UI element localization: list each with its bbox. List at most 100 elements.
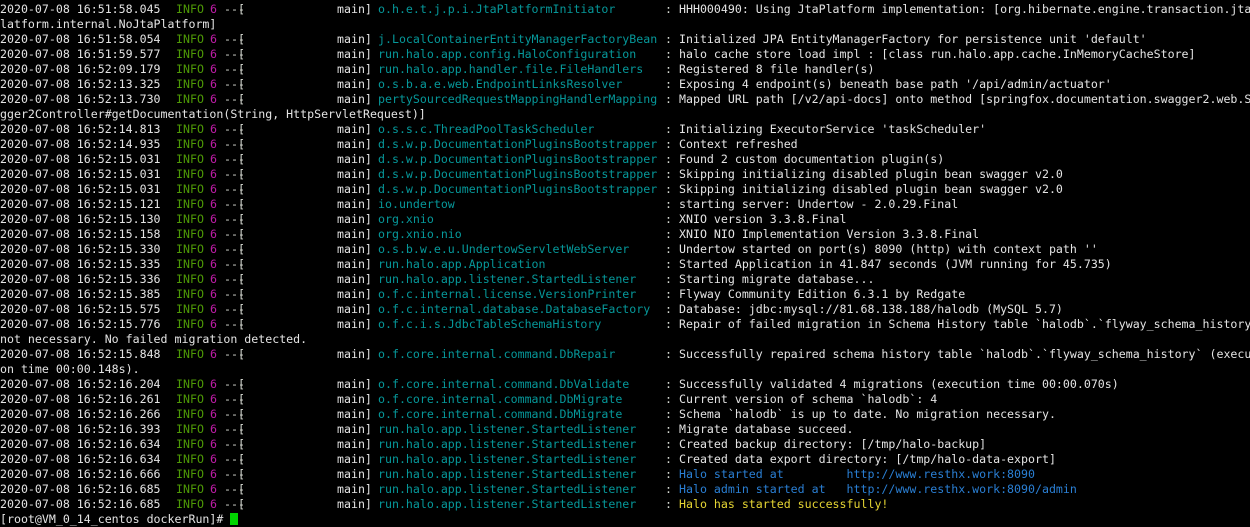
- log-logger: run.halo.app.listener.StartedListener: [378, 422, 637, 436]
- log-logger: run.halo.app.listener.StartedListener: [378, 437, 637, 451]
- log-timestamp: 2020-07-08 16:52:16.685: [0, 482, 161, 496]
- log-level: INFO: [176, 302, 204, 316]
- log-colon: :: [665, 422, 672, 436]
- log-line: 2020-07-08 16:52:15.031 INFO 6 ---[main] d.s…: [0, 167, 1250, 182]
- log-pid: 6: [210, 482, 217, 496]
- log-level: INFO: [176, 242, 204, 256]
- log-logger: run.halo.app.listener.StartedListener: [378, 452, 637, 466]
- log-continuation-text: on time 00:00.148s).: [0, 362, 140, 376]
- log-line: 2020-07-08 16:52:15.330 INFO 6 ---[main] o.s…: [0, 242, 1250, 257]
- log-timestamp: 2020-07-08 16:52:15.385: [0, 287, 161, 301]
- log-timestamp: 2020-07-08 16:52:15.031: [0, 182, 161, 196]
- log-line: 2020-07-08 16:52:13.730 INFO 6 ---[main] per…: [0, 92, 1250, 107]
- log-message: Initialized JPA EntityManagerFactory for…: [679, 32, 1147, 46]
- log-line: 2020-07-08 16:52:15.336 INFO 6 ---[main] run…: [0, 272, 1250, 287]
- log-logger: o.f.c.internal.license.VersionPrinter: [378, 287, 637, 301]
- log-message: Halo has started successfully!: [679, 497, 889, 511]
- log-level: INFO: [176, 62, 204, 76]
- log-pid: 6: [210, 2, 217, 16]
- log-pid: 6: [210, 497, 217, 511]
- log-colon: :: [665, 212, 672, 226]
- log-pid: 6: [210, 212, 217, 226]
- log-colon: :: [665, 227, 672, 241]
- log-thread: main]: [337, 167, 372, 181]
- log-logger: run.halo.app.handler.file.FileHandlers: [378, 62, 644, 76]
- log-level: INFO: [176, 287, 204, 301]
- log-line: 2020-07-08 16:52:15.575 INFO 6 ---[main] o.f…: [0, 302, 1250, 317]
- log-thread: main]: [337, 242, 372, 256]
- log-timestamp: 2020-07-08 16:52:16.634: [0, 452, 161, 466]
- terminal-window[interactable]: 2020-07-08 16:51:58.045 INFO 6 ---[main] o.h…: [0, 0, 1250, 527]
- log-message: Database: jdbc:mysql://81.68.138.188/hal…: [679, 302, 1063, 316]
- log-thread-bracket: [: [238, 377, 245, 391]
- log-level: INFO: [176, 47, 204, 61]
- log-message: Repair of failed migration in Schema His…: [679, 317, 1250, 331]
- log-timestamp: 2020-07-08 16:52:15.848: [0, 347, 161, 361]
- terminal-cursor[interactable]: [230, 513, 239, 525]
- log-thread-bracket: [: [238, 167, 245, 181]
- log-thread: main]: [337, 497, 372, 511]
- log-thread-bracket: [: [238, 92, 245, 106]
- log-thread-bracket: [: [238, 62, 245, 76]
- log-pid: 6: [210, 272, 217, 286]
- log-pid: 6: [210, 347, 217, 361]
- log-line: 2020-07-08 16:52:15.848 INFO 6 ---[main] o.f…: [0, 347, 1250, 362]
- log-pid: 6: [210, 32, 217, 46]
- log-thread: main]: [337, 422, 372, 436]
- log-line: 2020-07-08 16:52:15.158 INFO 6 ---[main] org…: [0, 227, 1250, 242]
- log-timestamp: 2020-07-08 16:52:16.204: [0, 377, 161, 391]
- log-thread: main]: [337, 272, 372, 286]
- log-level: INFO: [176, 317, 204, 331]
- log-colon: :: [665, 482, 672, 496]
- log-message: Registered 8 file handler(s): [679, 62, 875, 76]
- log-pid: 6: [210, 227, 217, 241]
- log-thread-bracket: [: [238, 287, 245, 301]
- log-logger: pertySourcedRequestMappingHandlerMapping: [378, 92, 658, 106]
- log-thread-bracket: [: [238, 197, 245, 211]
- log-thread: main]: [337, 437, 372, 451]
- log-colon: :: [665, 302, 672, 316]
- log-message: Exposing 4 endpoint(s) beneath base path…: [679, 77, 1112, 91]
- log-colon: :: [665, 272, 672, 286]
- log-timestamp: 2020-07-08 16:52:13.730: [0, 92, 161, 106]
- log-thread: main]: [337, 137, 372, 151]
- log-timestamp: 2020-07-08 16:52:16.685: [0, 497, 161, 511]
- log-message: Mapped URL path [/v2/api-docs] onto meth…: [679, 92, 1250, 106]
- log-colon: :: [665, 242, 672, 256]
- log-thread: main]: [337, 47, 372, 61]
- log-thread-bracket: [: [238, 392, 245, 406]
- shell-prompt-line[interactable]: [root@VM_0_14_centos dockerRun]#: [0, 512, 239, 527]
- log-colon: :: [665, 62, 672, 76]
- log-pid: 6: [210, 47, 217, 61]
- log-logger: run.halo.app.Application: [378, 257, 546, 271]
- log-colon: :: [665, 197, 672, 211]
- log-level: INFO: [176, 422, 204, 436]
- log-colon: :: [665, 167, 672, 181]
- log-logger: d.s.w.p.DocumentationPluginsBootstrapper: [378, 182, 658, 196]
- log-line: 2020-07-08 16:52:16.634 INFO 6 ---[main] run…: [0, 452, 1250, 467]
- log-thread-bracket: [: [238, 407, 245, 421]
- log-level: INFO: [176, 497, 204, 511]
- log-message: Migrate database succeed.: [679, 422, 854, 436]
- log-logger: d.s.w.p.DocumentationPluginsBootstrapper: [378, 167, 658, 181]
- log-line: 2020-07-08 16:52:13.325 INFO 6 ---[main] o.s…: [0, 77, 1250, 92]
- log-continuation-text: gger2Controller#getDocumentation(String,…: [0, 107, 426, 121]
- log-timestamp: 2020-07-08 16:52:16.261: [0, 392, 161, 406]
- log-logger: o.f.core.internal.command.DbRepair: [378, 347, 616, 361]
- log-thread-bracket: [: [238, 212, 245, 226]
- log-colon: :: [665, 137, 672, 151]
- log-colon: :: [665, 92, 672, 106]
- log-thread: main]: [337, 287, 372, 301]
- log-logger: o.f.c.i.s.JdbcTableSchemaHistory: [378, 317, 602, 331]
- log-thread: main]: [337, 347, 372, 361]
- log-thread: main]: [337, 62, 372, 76]
- log-thread: main]: [337, 482, 372, 496]
- log-thread: main]: [337, 452, 372, 466]
- log-pid: 6: [210, 467, 217, 481]
- log-level: INFO: [176, 152, 204, 166]
- log-level: INFO: [176, 167, 204, 181]
- log-timestamp: 2020-07-08 16:52:15.158: [0, 227, 161, 241]
- log-message: Schema `halodb` is up to date. No migrat…: [679, 407, 1056, 421]
- log-pid: 6: [210, 422, 217, 436]
- log-logger: run.halo.app.listener.StartedListener: [378, 272, 637, 286]
